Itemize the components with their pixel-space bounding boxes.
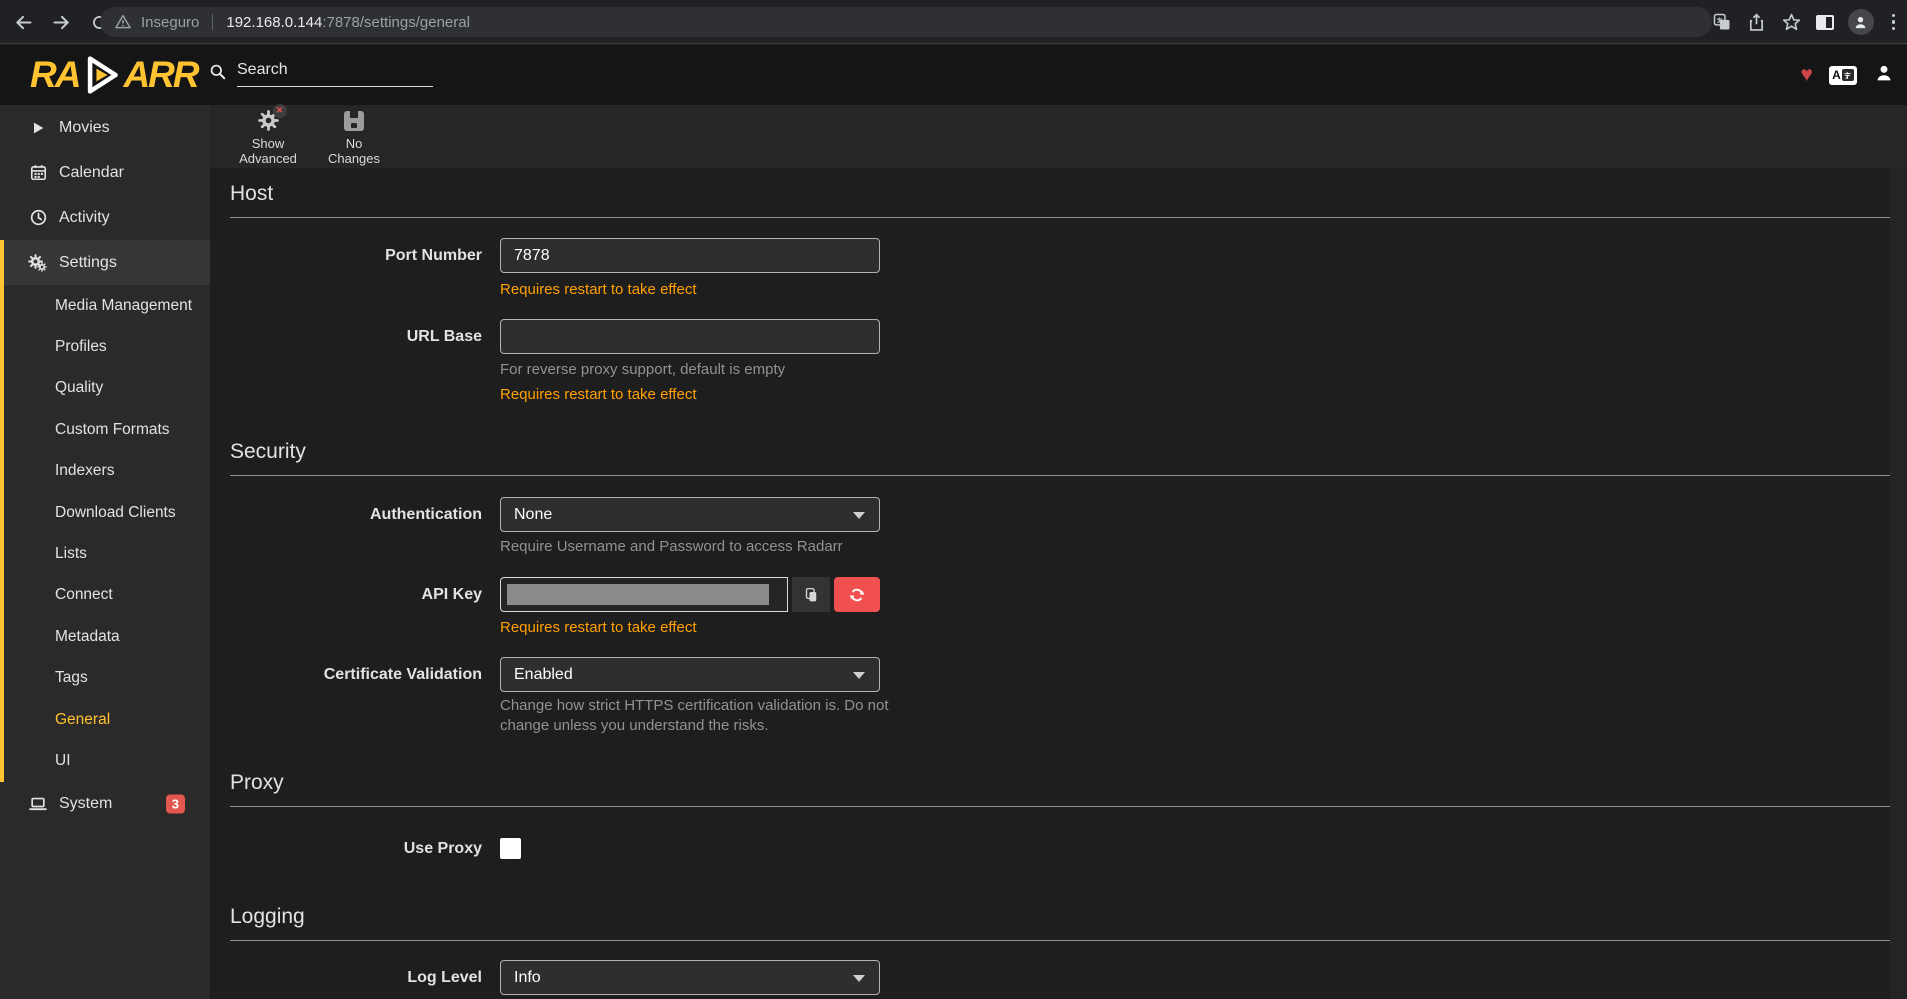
sidebar-item-connect[interactable]: Connect [4, 575, 210, 616]
sidebar-item-label: Settings [59, 254, 117, 272]
show-advanced-button[interactable]: ✕ Show Advanced [232, 108, 304, 166]
sidebar-item-general[interactable]: General [4, 699, 210, 740]
authentication-helper: Require Username and Password to access … [500, 537, 843, 557]
sidebar-item-quality[interactable]: Quality [4, 368, 210, 409]
sidebar: Movies Calendar Activity Settings Media … [0, 105, 210, 999]
url-base-helper: For reverse proxy support, default is em… [500, 360, 785, 380]
browser-profile-avatar[interactable] [1848, 9, 1874, 35]
certificate-validation-label: Certificate Validation [210, 657, 500, 692]
sidebar-item-label: Calendar [59, 164, 124, 182]
save-floppy-icon [344, 108, 364, 134]
gears-icon [28, 253, 48, 273]
certificate-validation-select[interactable]: Enabled [500, 657, 880, 692]
certificate-validation-helper: Change how strict HTTPS certification va… [500, 696, 890, 736]
sidebar-item-label: System [59, 795, 112, 813]
browser-toolbar: Inseguro 192.168.0.144:7878/settings/gen… [0, 0, 1907, 44]
sidebar-item-label: Activity [59, 209, 110, 227]
sidebar-item-movies[interactable]: Movies [0, 105, 210, 150]
browser-back-button[interactable] [8, 7, 38, 37]
calendar-icon [28, 163, 48, 183]
address-bar-divider [212, 14, 213, 30]
use-proxy-checkbox[interactable] [500, 838, 521, 859]
port-number-input[interactable] [500, 238, 880, 273]
sidebar-settings-group: Settings Media Management Profiles Quali… [0, 240, 210, 782]
sidebar-item-media-management[interactable]: Media Management [4, 285, 210, 326]
section-title-security: Security [230, 438, 1890, 476]
save-changes-button[interactable]: No Changes [318, 108, 390, 166]
browser-translate-icon[interactable] [1712, 12, 1732, 32]
sidebar-item-label: Movies [59, 119, 110, 137]
search-input[interactable] [237, 59, 433, 87]
log-level-select[interactable]: Info [500, 960, 880, 995]
sidebar-item-custom-formats[interactable]: Custom Formats [4, 409, 210, 450]
url-base-label: URL Base [210, 319, 500, 354]
movies-play-icon [28, 118, 48, 138]
not-secure-label[interactable]: Inseguro [141, 14, 199, 31]
section-title-logging: Logging [230, 903, 1890, 941]
sidebar-item-tags[interactable]: Tags [4, 658, 210, 699]
browser-bookmark-star-icon[interactable] [1781, 12, 1802, 33]
certificate-validation-row: Certificate Validation Enabled [210, 657, 1890, 692]
url-path[interactable]: :7878/settings/general [322, 14, 470, 31]
system-health-badge: 3 [166, 795, 185, 814]
url-base-row: URL Base [210, 319, 1890, 354]
port-restart-warning: Requires restart to take effect [500, 280, 697, 300]
section-title-host: Host [230, 180, 1890, 218]
clock-icon [28, 208, 48, 228]
sidebar-item-metadata[interactable]: Metadata [4, 616, 210, 657]
search-icon [208, 62, 227, 81]
radarr-logo[interactable]: RA ARR [30, 51, 198, 99]
browser-share-icon[interactable] [1746, 12, 1767, 33]
api-key-masked-value [507, 584, 769, 605]
url-base-restart-warning: Requires restart to take effect [500, 385, 697, 405]
authentication-label: Authentication [210, 497, 500, 532]
user-account-icon[interactable] [1873, 62, 1895, 89]
sidebar-item-system[interactable]: System 3 [0, 782, 210, 827]
use-proxy-row: Use Proxy [210, 838, 1890, 859]
sidebar-item-settings[interactable]: Settings [4, 240, 210, 285]
general-settings-page: Host Port Number Requires restart to tak… [210, 168, 1907, 999]
laptop-icon [28, 794, 48, 814]
browser-forward-button[interactable] [46, 7, 76, 37]
port-number-row: Port Number [210, 238, 1890, 273]
app-header: RA ARR ♥ A [0, 45, 1907, 105]
browser-side-panel-icon[interactable] [1816, 15, 1834, 30]
browser-menu-icon[interactable] [1888, 14, 1900, 31]
port-number-label: Port Number [210, 238, 500, 273]
play-emblem-icon [81, 53, 121, 97]
sidebar-item-lists[interactable]: Lists [4, 533, 210, 574]
address-bar[interactable]: Inseguro 192.168.0.144:7878/settings/gen… [100, 7, 1712, 37]
sidebar-item-activity[interactable]: Activity [0, 195, 210, 240]
scrollbar-track[interactable] [1890, 168, 1907, 999]
api-key-label: API Key [210, 577, 500, 612]
sidebar-item-profiles[interactable]: Profiles [4, 326, 210, 367]
sidebar-item-indexers[interactable]: Indexers [4, 451, 210, 492]
authentication-row: Authentication None [210, 497, 1890, 532]
logo-text-left: RA [30, 54, 79, 96]
sidebar-item-ui[interactable]: UI [4, 740, 210, 781]
use-proxy-label: Use Proxy [210, 838, 500, 859]
donate-heart-icon[interactable]: ♥ [1801, 63, 1813, 87]
sidebar-item-download-clients[interactable]: Download Clients [4, 492, 210, 533]
log-level-row: Log Level Info [210, 960, 1890, 995]
regenerate-api-key-button[interactable] [834, 577, 880, 612]
sidebar-item-calendar[interactable]: Calendar [0, 150, 210, 195]
page-translate-badge-icon[interactable]: A [1829, 66, 1857, 85]
advanced-gear-icon: ✕ [258, 108, 279, 134]
logo-text-right: ARR [123, 54, 197, 96]
api-key-row: API Key [210, 577, 1890, 612]
url-base-input[interactable] [500, 319, 880, 354]
settings-toolbar: ✕ Show Advanced No Changes [210, 105, 1907, 168]
advanced-off-x-icon: ✕ [273, 104, 287, 118]
api-key-input[interactable] [500, 577, 788, 612]
url-host[interactable]: 192.168.0.144 [226, 14, 322, 31]
log-level-label: Log Level [210, 960, 500, 995]
copy-api-key-button[interactable] [792, 577, 830, 612]
not-secure-warning-icon[interactable] [114, 13, 132, 31]
api-key-restart-warning: Requires restart to take effect [500, 618, 697, 638]
authentication-select[interactable]: None [500, 497, 880, 532]
section-title-proxy: Proxy [230, 769, 1890, 807]
